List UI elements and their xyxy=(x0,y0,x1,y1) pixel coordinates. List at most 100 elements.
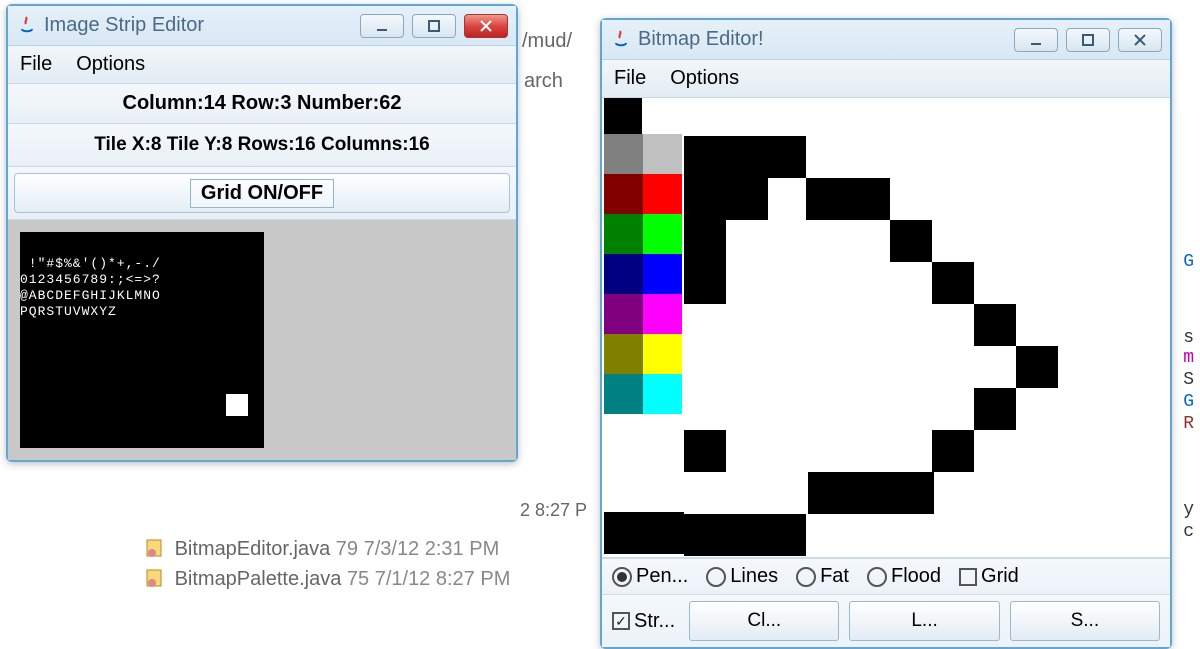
file-row-1[interactable]: BitmapEditor.java 79 7/3/12 2:31 PM xyxy=(145,535,499,561)
font-row: PQRSTUVWXYZ xyxy=(20,304,264,320)
palette-color[interactable] xyxy=(643,294,682,334)
file-date: 7/1/12 8:27 PM xyxy=(375,568,511,590)
tool-selection-row: Pen... Lines Fat Flood Grid xyxy=(602,558,1170,595)
window-title: Bitmap Editor! xyxy=(638,28,1014,51)
window-title: Image Strip Editor xyxy=(44,14,360,37)
grid-toggle-button[interactable]: Grid ON/OFF xyxy=(14,173,510,213)
titlebar[interactable]: Image Strip Editor xyxy=(8,6,516,46)
tool-pencil-radio[interactable]: Pen... xyxy=(612,565,688,588)
code-char: s xyxy=(1183,328,1194,348)
palette-color[interactable] xyxy=(643,374,682,414)
java-icon xyxy=(610,29,632,51)
pixel[interactable] xyxy=(684,136,806,178)
tool-lines-radio[interactable]: Lines xyxy=(706,565,778,588)
close-button[interactable] xyxy=(1118,28,1162,52)
menu-options[interactable]: Options xyxy=(76,53,145,76)
maximize-button[interactable] xyxy=(1066,28,1110,52)
tool-label: Pen... xyxy=(636,565,688,588)
radio-icon xyxy=(867,567,887,587)
palette-color[interactable] xyxy=(643,334,682,374)
tool-label: Grid xyxy=(981,565,1019,588)
load-button[interactable]: L... xyxy=(849,601,999,641)
pixel[interactable] xyxy=(684,430,726,472)
palette-color[interactable] xyxy=(604,134,643,174)
pixel[interactable] xyxy=(806,178,890,220)
palette-color[interactable] xyxy=(643,214,682,254)
save-button[interactable]: S... xyxy=(1010,601,1160,641)
java-file-icon xyxy=(145,568,165,588)
tool-label: Lines xyxy=(730,565,778,588)
palette-color[interactable] xyxy=(643,134,682,174)
file-rev: 79 xyxy=(336,538,358,560)
strip-label: Str... xyxy=(634,610,675,633)
java-icon xyxy=(16,15,38,37)
pixel[interactable] xyxy=(892,472,934,514)
palette-color[interactable] xyxy=(604,174,643,214)
strip-checkbox[interactable]: Str... xyxy=(612,610,675,633)
bg-search-fragment: arch xyxy=(524,70,563,93)
menu-file[interactable]: File xyxy=(20,53,52,76)
code-char: G xyxy=(1183,252,1194,272)
pixel[interactable] xyxy=(974,388,1016,430)
pixel[interactable] xyxy=(808,472,892,514)
pixel[interactable] xyxy=(890,220,932,262)
action-button-row: Str... Cl... L... S... xyxy=(602,595,1170,647)
pixel[interactable] xyxy=(932,430,974,472)
pixel[interactable] xyxy=(684,514,806,556)
pixel[interactable] xyxy=(932,262,974,304)
file-name: BitmapPalette.java xyxy=(175,568,342,590)
bg-time-fragment: 2 8:27 P xyxy=(520,500,587,521)
code-char: c xyxy=(1183,522,1194,542)
menu-file[interactable]: File xyxy=(614,67,646,90)
menu-options[interactable]: Options xyxy=(670,67,739,90)
code-char: G xyxy=(1183,392,1194,412)
close-button[interactable] xyxy=(464,14,508,38)
color-palette xyxy=(604,134,682,414)
code-char: S xyxy=(1183,370,1194,390)
grid-checkbox[interactable]: Grid xyxy=(959,565,1019,588)
titlebar[interactable]: Bitmap Editor! xyxy=(602,20,1170,60)
file-row-2[interactable]: BitmapPalette.java 75 7/1/12 8:27 PM xyxy=(145,565,510,591)
palette-color[interactable] xyxy=(643,174,682,214)
code-char: R xyxy=(1183,414,1194,434)
minimize-button[interactable] xyxy=(1014,28,1058,52)
palette-color[interactable] xyxy=(604,214,643,254)
file-rev: 75 xyxy=(347,568,369,590)
pixel[interactable] xyxy=(974,304,1016,346)
palette-color[interactable] xyxy=(604,334,643,374)
clear-button[interactable]: Cl... xyxy=(689,601,839,641)
bg-path-fragment: /mud/ xyxy=(522,30,572,53)
radio-icon xyxy=(796,567,816,587)
palette-color[interactable] xyxy=(643,254,682,294)
radio-icon xyxy=(612,567,632,587)
menubar: File Options xyxy=(8,46,516,84)
code-char: m xyxy=(1183,348,1194,368)
grid-button-label: Grid ON/OFF xyxy=(190,179,334,208)
pixel[interactable] xyxy=(604,98,642,136)
checkbox-icon xyxy=(959,568,977,586)
image-strip-canvas[interactable]: !"#$%&'()*+,-./ 0123456789:;<=>? @ABCDEF… xyxy=(8,220,516,460)
palette-color[interactable] xyxy=(604,254,643,294)
file-name: BitmapEditor.java xyxy=(175,538,331,560)
tool-label: Fat xyxy=(820,565,849,588)
tool-fat-radio[interactable]: Fat xyxy=(796,565,849,588)
pixel[interactable] xyxy=(604,512,684,554)
tool-flood-radio[interactable]: Flood xyxy=(867,565,941,588)
palette-color[interactable] xyxy=(604,294,643,334)
pixel[interactable] xyxy=(1016,346,1058,388)
minimize-button[interactable] xyxy=(360,14,404,38)
pixel[interactable] xyxy=(684,178,768,220)
image-strip-editor-window: Image Strip Editor File Options Column:1… xyxy=(6,4,518,462)
bitmap-editor-window: Bitmap Editor! File Options Pen... Lines… xyxy=(600,18,1172,649)
font-row: 0123456789:;<=>? xyxy=(20,272,264,288)
menubar: File Options xyxy=(602,60,1170,98)
code-char: y xyxy=(1183,500,1194,520)
selection-cursor xyxy=(226,394,248,416)
font-row: @ABCDEFGHIJKLMNO xyxy=(20,288,264,304)
maximize-button[interactable] xyxy=(412,14,456,38)
palette-color[interactable] xyxy=(604,374,643,414)
pixel[interactable] xyxy=(684,262,726,304)
radio-icon xyxy=(706,567,726,587)
tile-info-row2: Tile X:8 Tile Y:8 Rows:16 Columns:16 xyxy=(8,124,516,167)
pixel[interactable] xyxy=(684,220,726,262)
